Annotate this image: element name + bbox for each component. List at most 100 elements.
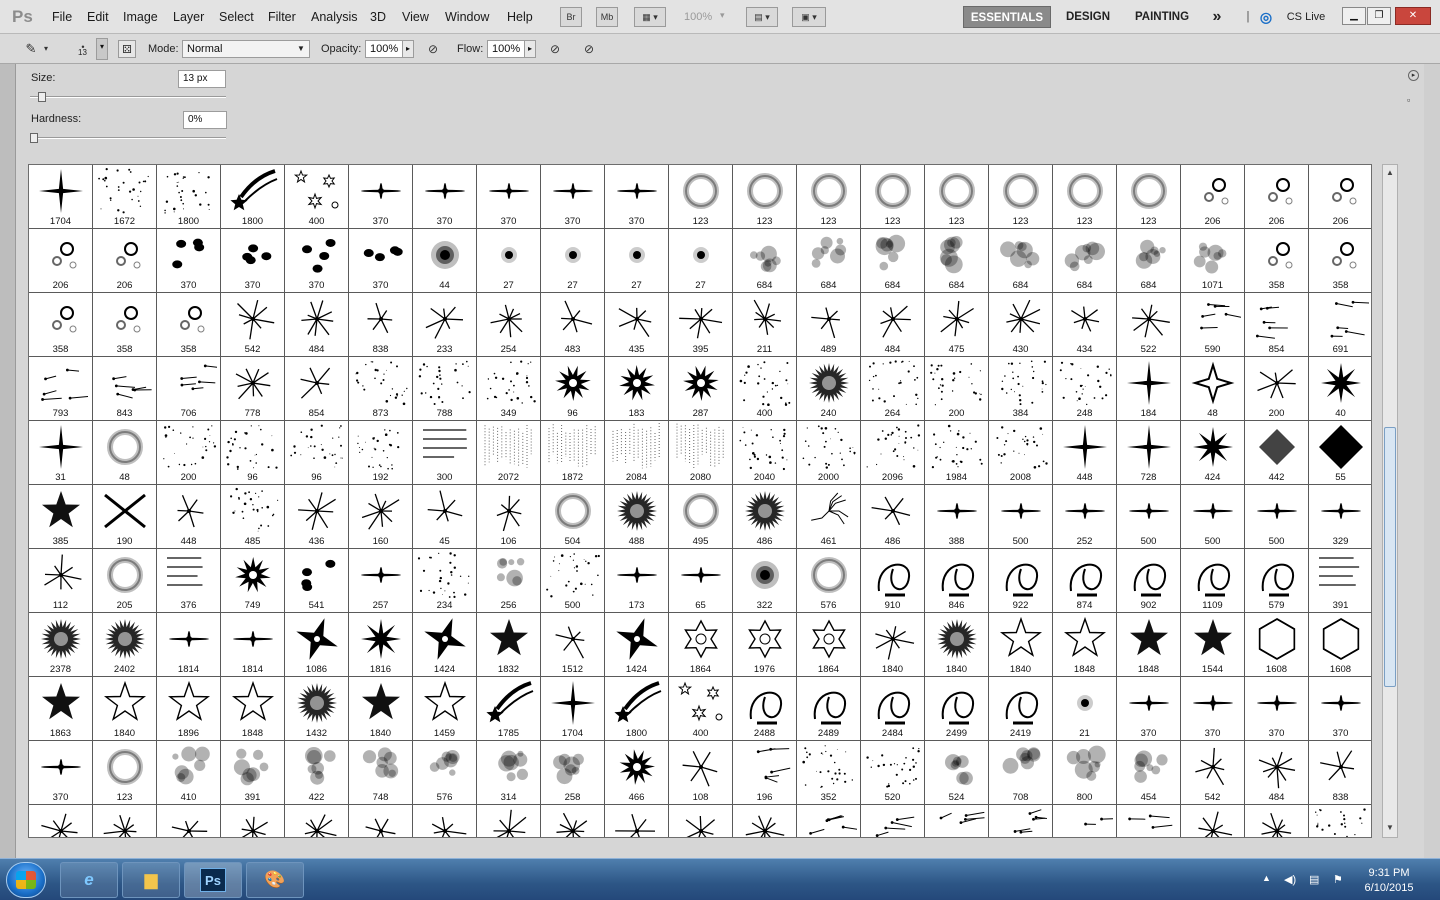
brush-preset-hexagram[interactable]: 1608 — [1309, 613, 1371, 677]
new-preset-icon[interactable]: ▫ — [1407, 95, 1410, 105]
brush-preset-bubbles[interactable]: 206 — [29, 229, 93, 293]
brush-preset-dots[interactable]: 873 — [349, 357, 413, 421]
brush-preset-burst[interactable]: 483 — [541, 293, 605, 357]
brush-preset-rain[interactable]: 2072 — [477, 421, 541, 485]
brush-preset-text[interactable]: 300 — [413, 421, 477, 485]
brush-preset-burst[interactable]: 211 — [733, 293, 797, 357]
brush-preset-bubbles[interactable]: 358 — [93, 293, 157, 357]
brush-preset-swirl[interactable]: 2489 — [797, 677, 861, 741]
brush-preset-dots[interactable]: 248 — [1053, 357, 1117, 421]
brush-preset-ring[interactable]: 576 — [797, 549, 861, 613]
brush-preset-burst[interactable]: 522 — [1117, 293, 1181, 357]
brush-preset-blobs[interactable]: 541 — [285, 549, 349, 613]
brush-preset-flare[interactable]: 500 — [1245, 485, 1309, 549]
brush-preset-star4[interactable]: 184 — [1117, 357, 1181, 421]
brush-preset-flare[interactable]: 370 — [413, 165, 477, 229]
brush-preset-flare[interactable]: 329 — [1309, 485, 1371, 549]
brush-tool-icon[interactable]: ✎ — [22, 40, 40, 58]
brush-preset-flare[interactable]: 388 — [925, 485, 989, 549]
brush-preset-flare[interactable]: 500 — [989, 485, 1053, 549]
brush-preset-cloud[interactable]: 684 — [861, 229, 925, 293]
brush-preset-cross[interactable] — [1053, 805, 1117, 837]
brush-preset-dots[interactable]: 234 — [413, 549, 477, 613]
brush-preset-dot[interactable]: 21 — [1053, 677, 1117, 741]
brush-preset-star8[interactable]: 40 — [1309, 357, 1371, 421]
minimize-icon[interactable]: ▁ — [1342, 7, 1366, 25]
brush-preset-cloud[interactable]: 256 — [477, 549, 541, 613]
brush-preset-swirl[interactable]: 922 — [989, 549, 1053, 613]
brush-preset-flare[interactable]: 370 — [1309, 677, 1371, 741]
brush-preset-dots[interactable]: 96 — [221, 421, 285, 485]
brush-preset-star5[interactable]: 1863 — [29, 677, 93, 741]
brush-preset-flare[interactable]: 252 — [1053, 485, 1117, 549]
brush-preset-burst[interactable]: 160 — [349, 485, 413, 549]
brush-preset-spiky[interactable]: 2378 — [29, 613, 93, 677]
brush-preset-star4[interactable]: 728 — [1117, 421, 1181, 485]
opacity-arrow-icon[interactable]: ▸ — [402, 40, 414, 58]
brush-preset-cloud[interactable]: 524 — [925, 741, 989, 805]
brush-preset-star5[interactable]: 1544 — [1181, 613, 1245, 677]
menu-image[interactable]: Image — [123, 10, 158, 24]
brush-preset-flare[interactable]: 370 — [29, 741, 93, 805]
mode-chevron-down-icon[interactable]: ▼ — [297, 44, 305, 53]
brush-preset-burst[interactable] — [733, 805, 797, 837]
brush-preset-blobs[interactable]: 370 — [285, 229, 349, 293]
brush-preset-flare[interactable]: 65 — [669, 549, 733, 613]
brush-preset-bubbles[interactable]: 358 — [29, 293, 93, 357]
brush-preset-ring[interactable]: 48 — [93, 421, 157, 485]
brush-preset-ring[interactable]: 123 — [861, 165, 925, 229]
brush-preset-star8[interactable]: 1816 — [349, 613, 413, 677]
brush-preset-star4o[interactable]: 48 — [1181, 357, 1245, 421]
brush-preset-dots[interactable]: 500 — [541, 549, 605, 613]
brush-preset-xcross[interactable]: 190 — [93, 485, 157, 549]
panel-menu-icon[interactable]: ▸ — [1408, 70, 1419, 81]
brush-preset-cloud[interactable]: 576 — [413, 741, 477, 805]
brush-preset-scatter[interactable]: 400 — [285, 165, 349, 229]
more-workspaces-button[interactable]: » — [1204, 6, 1230, 28]
brush-preset-splat[interactable]: 466 — [605, 741, 669, 805]
brush-preset-burst[interactable]: 475 — [925, 293, 989, 357]
brush-preset-burst[interactable] — [605, 805, 669, 837]
brush-preset-burst[interactable]: 484 — [861, 293, 925, 357]
brush-preset-cross[interactable]: 196 — [733, 741, 797, 805]
brush-preset-cloud[interactable]: 800 — [1053, 741, 1117, 805]
brush-preset-dot[interactable]: 27 — [605, 229, 669, 293]
brush-preset-bubbles[interactable]: 358 — [1245, 229, 1309, 293]
brush-preset-blobs[interactable]: 370 — [157, 229, 221, 293]
brush-preset-cloud[interactable]: 748 — [349, 741, 413, 805]
pressure-opacity-icon[interactable]: ⊘ — [424, 40, 442, 58]
brush-preset-shuriken[interactable]: 1424 — [605, 613, 669, 677]
brush-preset-bubbles[interactable]: 206 — [93, 229, 157, 293]
start-button[interactable] — [6, 862, 46, 898]
brush-preset-text[interactable]: 391 — [1309, 549, 1371, 613]
brush-preset-burst[interactable]: 778 — [221, 357, 285, 421]
opacity-field[interactable]: 100% — [365, 40, 403, 58]
brush-preset-dots[interactable]: 520 — [861, 741, 925, 805]
brush-preset-dots[interactable]: 400 — [733, 357, 797, 421]
brush-preset-cross[interactable] — [861, 805, 925, 837]
brush-preset-burst[interactable]: 854 — [285, 357, 349, 421]
menu-edit[interactable]: Edit — [87, 10, 109, 24]
brush-preset-flare[interactable]: 257 — [349, 549, 413, 613]
brush-preset-swirl[interactable]: 874 — [1053, 549, 1117, 613]
brush-preset-diamondsoft[interactable]: 442 — [1245, 421, 1309, 485]
brush-preset-burst[interactable]: 486 — [861, 485, 925, 549]
brush-preset-dots[interactable]: 96 — [285, 421, 349, 485]
brush-preset-burst[interactable] — [285, 805, 349, 837]
brush-preset-cross[interactable] — [1117, 805, 1181, 837]
tool-preset-chevron-down-icon[interactable]: ▾ — [40, 40, 52, 58]
brush-preset-rain[interactable]: 2080 — [669, 421, 733, 485]
brush-preset-star5[interactable]: 1832 — [477, 613, 541, 677]
brush-preset-cloud[interactable]: 410 — [157, 741, 221, 805]
brush-preset-dots[interactable]: 2000 — [797, 421, 861, 485]
brush-preset-flare[interactable]: 370 — [1117, 677, 1181, 741]
brush-picker-chevron-down-icon[interactable]: ▾ — [96, 38, 108, 60]
brush-preset-burst[interactable]: 484 — [1245, 741, 1309, 805]
brush-preset-dots[interactable] — [1309, 805, 1371, 837]
brush-preset-flare[interactable]: 1814 — [221, 613, 285, 677]
brush-preset-dots[interactable]: 485 — [221, 485, 285, 549]
brush-preset-cloud[interactable]: 258 — [541, 741, 605, 805]
brush-preset-dot[interactable]: 27 — [541, 229, 605, 293]
brush-preset-star6o[interactable]: 1976 — [733, 613, 797, 677]
brush-preset-comet[interactable]: 1800 — [605, 677, 669, 741]
